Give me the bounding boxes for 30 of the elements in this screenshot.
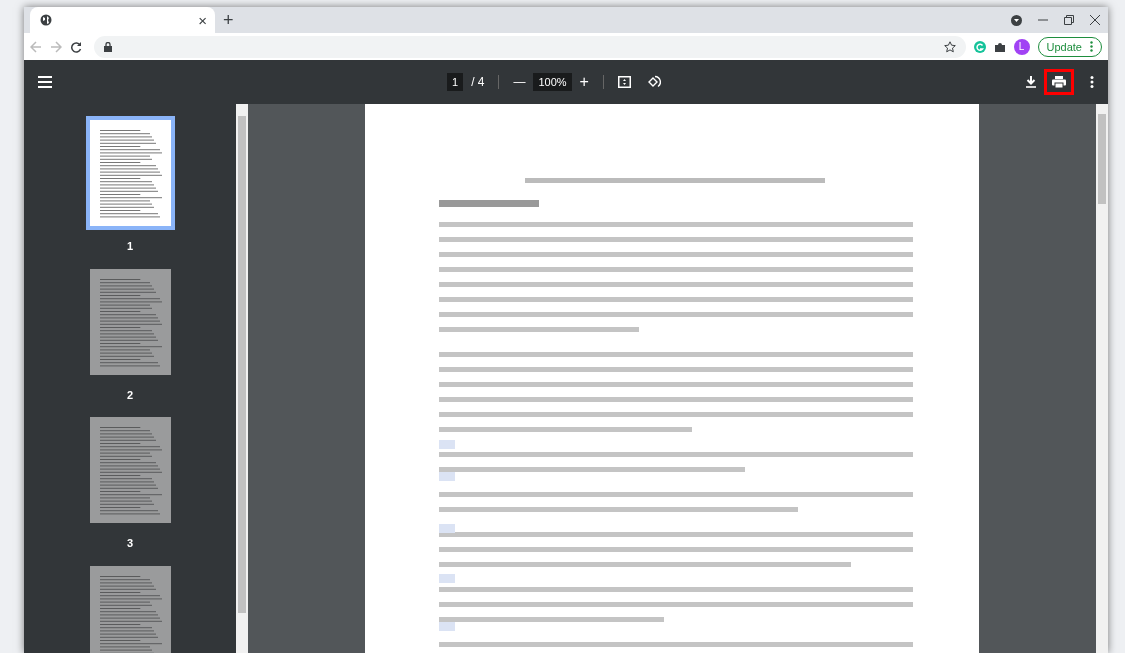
zoom-field[interactable]: 100% (533, 72, 572, 92)
page-count: / 4 (471, 74, 485, 91)
star-icon[interactable] (943, 40, 956, 53)
rotate-icon[interactable] (646, 75, 661, 89)
print-icon (1052, 76, 1066, 88)
more-icon[interactable] (1090, 76, 1094, 88)
menu-icon[interactable] (38, 76, 52, 88)
restore-icon[interactable] (1064, 15, 1074, 25)
more-icon (1090, 41, 1093, 52)
profile-avatar[interactable]: L (1013, 38, 1030, 55)
close-icon[interactable] (1090, 15, 1100, 25)
page-thumbnail[interactable] (85, 116, 175, 230)
zoom-in-button[interactable]: + (579, 70, 589, 94)
profile-dropdown-icon[interactable] (1011, 14, 1022, 26)
update-button[interactable]: Update (1037, 36, 1102, 57)
lock-icon (104, 41, 112, 52)
new-tab-button[interactable]: + (215, 7, 242, 33)
scrollbar[interactable] (1096, 104, 1108, 653)
page-number: 3 (126, 536, 134, 551)
browser-tab[interactable]: × (30, 7, 215, 33)
page-number: 1 (126, 239, 134, 254)
reload-icon[interactable] (70, 40, 82, 53)
fit-page-icon[interactable] (617, 76, 631, 88)
page-number: 2 (126, 387, 134, 403)
download-icon[interactable] (1026, 76, 1036, 88)
print-button[interactable] (1044, 69, 1074, 95)
scrollbar[interactable] (236, 104, 248, 653)
zoom-out-button[interactable]: — (513, 73, 526, 91)
close-tab-button[interactable]: × (198, 12, 207, 28)
page-number-field[interactable]: 1 (447, 72, 464, 92)
